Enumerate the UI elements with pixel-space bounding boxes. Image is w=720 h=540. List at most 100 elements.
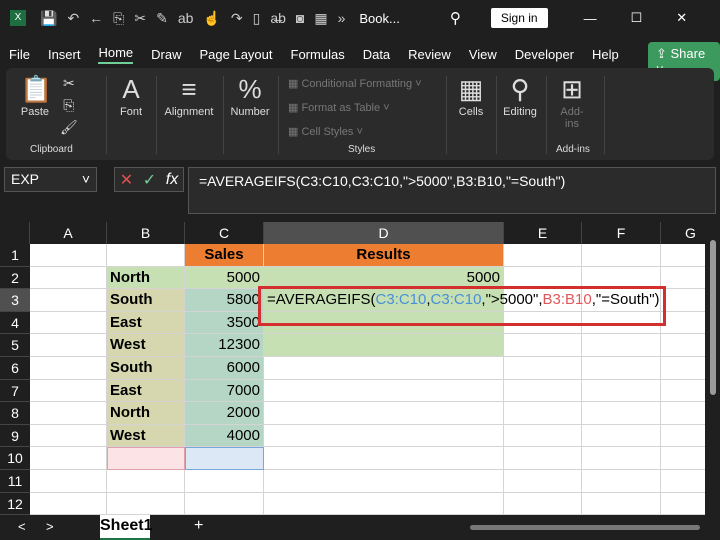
back-icon[interactable]: ← [89, 10, 103, 26]
next-sheet-icon[interactable]: > [46, 519, 54, 534]
cell-B3[interactable]: South [107, 289, 185, 312]
cell[interactable] [661, 380, 705, 403]
tab-data[interactable]: Data [363, 47, 390, 62]
cell-B2[interactable]: North [107, 266, 185, 290]
cell[interactable] [504, 357, 582, 380]
column-header-A[interactable]: A [30, 222, 107, 244]
cut-icon[interactable]: ✂ [60, 72, 78, 94]
cell[interactable] [582, 470, 661, 493]
cell-B9[interactable]: West [107, 424, 185, 448]
cell-C4[interactable]: 3500 [185, 311, 264, 335]
cell[interactable] [661, 447, 705, 470]
cell-C10[interactable] [185, 447, 264, 470]
cell[interactable] [30, 470, 107, 493]
row-header-5[interactable]: 5 [0, 334, 30, 357]
cell[interactable] [264, 379, 504, 403]
cell[interactable] [661, 289, 705, 312]
cell[interactable] [30, 357, 107, 380]
row-header-3[interactable]: 3 [0, 289, 30, 312]
sheet-tab-sheet1[interactable]: Sheet1 [100, 515, 152, 540]
cell[interactable] [264, 402, 504, 425]
select-all-corner[interactable] [0, 222, 30, 244]
cell[interactable] [582, 492, 661, 515]
cell[interactable] [661, 334, 705, 357]
cell[interactable] [661, 493, 705, 515]
camera-icon[interactable]: ◙ [296, 10, 304, 26]
tab-developer[interactable]: Developer [515, 47, 574, 62]
conditional-formatting-button[interactable]: ▦ Conditional Formatting ˅ [288, 72, 422, 96]
maximize-button[interactable]: ☐ [631, 10, 643, 26]
tab-home[interactable]: Home [98, 45, 134, 64]
worksheet-grid[interactable]: A B C D E F G 1 2 3 4 5 6 7 8 9 10 11 12 Sales Results North S… [0, 222, 705, 515]
sign-in-button[interactable]: Sign in [490, 8, 548, 28]
format-painter-icon[interactable]: 🖌 [60, 116, 78, 138]
cell[interactable] [185, 492, 264, 515]
cell[interactable] [661, 357, 705, 380]
cell[interactable] [264, 492, 504, 515]
font-button[interactable]: A Font [116, 72, 146, 118]
row-header-4[interactable]: 4 [0, 311, 30, 335]
insert-function-icon[interactable]: fx [166, 171, 178, 189]
addins-button[interactable]: ⊞ Add-ins [554, 72, 590, 130]
save-icon[interactable]: 💾 [40, 10, 57, 27]
cell[interactable] [30, 334, 107, 357]
cell-D5[interactable] [264, 334, 504, 357]
column-header-G[interactable]: G [661, 222, 705, 244]
name-box[interactable]: EXP ˅ [4, 167, 97, 192]
cell[interactable] [504, 492, 582, 515]
tab-review[interactable]: Review [408, 47, 451, 62]
redo-icon[interactable]: ↷ [231, 10, 243, 27]
column-header-D[interactable]: D [264, 222, 504, 244]
cell-B4[interactable]: East [107, 311, 185, 335]
cell[interactable] [30, 447, 107, 470]
new-file-icon[interactable]: ▯ [253, 10, 261, 27]
cell-C2[interactable]: 5000 [185, 266, 264, 290]
overflow-icon[interactable]: » [338, 10, 346, 26]
cell[interactable] [185, 470, 264, 493]
cell[interactable] [661, 425, 705, 448]
cell-D1[interactable]: Results [264, 244, 504, 267]
cell-C1[interactable]: Sales [185, 244, 264, 267]
paste-button[interactable]: 📋 Paste [20, 72, 52, 118]
row-header-1[interactable]: 1 [0, 244, 30, 267]
cell[interactable] [504, 334, 582, 357]
column-header-F[interactable]: F [582, 222, 661, 244]
row-header-10[interactable]: 10 [0, 447, 30, 470]
cell-B1[interactable] [107, 244, 185, 267]
close-button[interactable]: ✕ [676, 10, 687, 26]
cell[interactable] [661, 244, 705, 267]
column-header-B[interactable]: B [107, 222, 185, 244]
cell[interactable] [582, 424, 661, 448]
row-header-12[interactable]: 12 [0, 492, 30, 515]
copy-icon[interactable]: ⎘ [60, 94, 78, 116]
cell[interactable] [504, 447, 582, 470]
cell[interactable] [582, 357, 661, 380]
cell-C9[interactable]: 4000 [185, 424, 264, 448]
row-header-8[interactable]: 8 [0, 402, 30, 425]
enter-icon[interactable]: ✓ [143, 170, 156, 190]
form-icon[interactable]: ▦ [314, 10, 327, 27]
tab-page-layout[interactable]: Page Layout [200, 47, 273, 62]
chevron-down-icon[interactable]: ˅ [82, 171, 90, 187]
cell-C8[interactable]: 2000 [185, 402, 264, 425]
cell[interactable] [30, 424, 107, 448]
cell[interactable] [504, 244, 582, 267]
row-header-7[interactable]: 7 [0, 379, 30, 403]
sign-icon[interactable]: ✎ [156, 10, 168, 27]
strikethrough-icon[interactable]: a̶b [270, 10, 286, 26]
cell[interactable] [30, 402, 107, 425]
cell[interactable] [264, 470, 504, 493]
number-button[interactable]: % Number [228, 72, 272, 118]
cell[interactable] [107, 470, 185, 493]
cell[interactable] [661, 470, 705, 493]
cell[interactable] [582, 402, 661, 425]
cell[interactable] [30, 492, 107, 515]
cell-B10[interactable] [107, 447, 185, 470]
cell[interactable] [582, 334, 661, 357]
undo-icon[interactable]: ↶ [67, 10, 79, 27]
column-header-E[interactable]: E [504, 222, 582, 244]
cell-B7[interactable]: East [107, 379, 185, 403]
horizontal-scrollbar[interactable] [470, 525, 700, 530]
cell[interactable] [107, 492, 185, 515]
cut-icon[interactable]: ✂ [134, 10, 146, 27]
